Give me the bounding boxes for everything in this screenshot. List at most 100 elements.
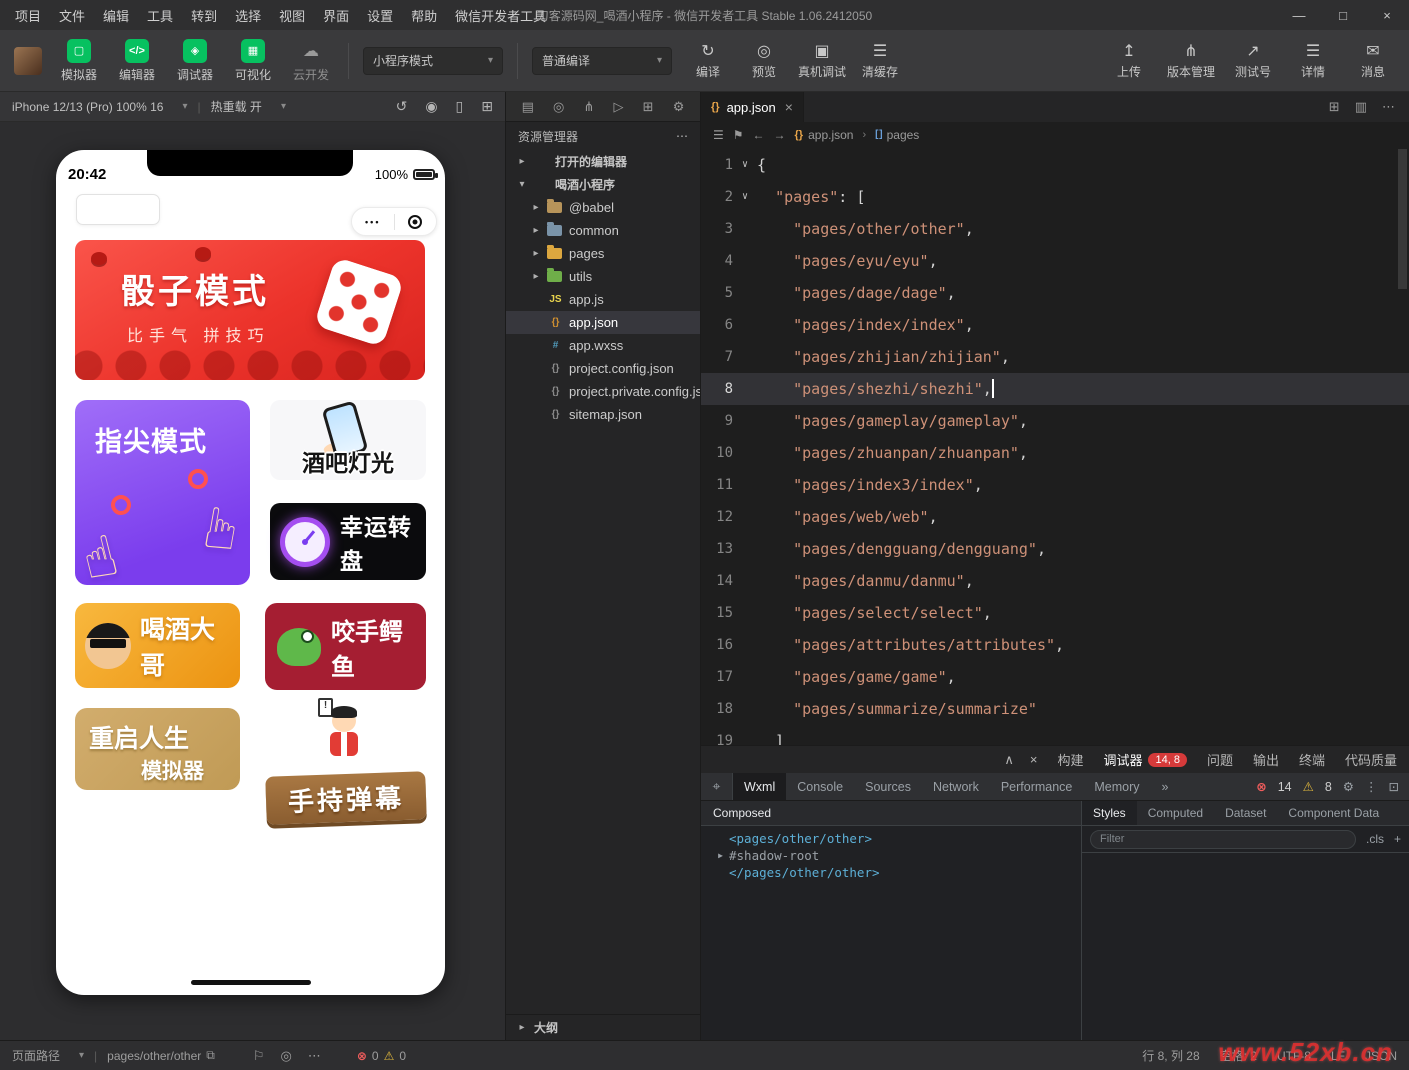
close-button[interactable]: × <box>1365 0 1409 30</box>
menu-item[interactable]: 微信开发者工具 <box>446 0 555 30</box>
devtools-tab[interactable]: Memory <box>1083 773 1150 800</box>
fold-icon[interactable] <box>733 469 757 501</box>
fold-icon[interactable]: ∨ <box>733 149 757 181</box>
fold-icon[interactable] <box>733 405 757 437</box>
more-actions-icon[interactable]: ⋯ <box>1382 99 1395 115</box>
breadcrumb-file[interactable]: {} app.json <box>795 128 854 142</box>
menu-item[interactable]: 视图 <box>270 0 314 30</box>
devtools-menu-icon[interactable]: ⋮ <box>1365 779 1378 794</box>
expand-icon[interactable] <box>715 830 726 847</box>
tree-item[interactable]: # app.wxss <box>506 334 700 357</box>
statusbar-item[interactable]: LF <box>1331 1047 1345 1064</box>
statusbar-item[interactable]: 行 8, 列 28 <box>1142 1047 1199 1064</box>
menu-item[interactable]: 项目 <box>6 0 50 30</box>
more-icon[interactable]: ⋯ <box>308 1048 321 1064</box>
fold-icon[interactable] <box>733 245 757 277</box>
test-account-button[interactable]: ↗ 测试号 <box>1231 41 1275 80</box>
tab-app-json[interactable]: {} app.json × <box>701 92 804 122</box>
home-indicator[interactable] <box>191 980 311 985</box>
panel-tab[interactable]: 输出 <box>1253 750 1279 769</box>
multi-window-icon[interactable]: ⊞ <box>481 98 493 115</box>
outline-section[interactable]: ▸ 大纲 <box>506 1014 700 1040</box>
styles-tab[interactable]: Dataset <box>1214 801 1277 825</box>
lucky-wheel-tile[interactable]: 幸运转盘 <box>270 503 426 580</box>
code-editor[interactable]: 1 ∨ { 2 ∨ "pages" : [ <box>701 147 1409 745</box>
menu-item[interactable]: 选择 <box>226 0 270 30</box>
wxml-node[interactable]: </pages/other/other> <box>701 864 1081 881</box>
add-style-button[interactable]: + <box>1394 832 1401 846</box>
user-avatar[interactable] <box>14 47 42 75</box>
menu-item[interactable]: 设置 <box>358 0 402 30</box>
panel-tab[interactable]: 构建 <box>1057 750 1083 769</box>
fold-icon[interactable] <box>733 693 757 725</box>
statusbar-item[interactable]: JSON <box>1365 1047 1397 1064</box>
restart-life-tile[interactable]: 重启人生 模拟器 <box>75 708 240 790</box>
debugger-toggle-button[interactable]: ◈ 调试器 <box>172 39 218 83</box>
fold-icon[interactable] <box>733 533 757 565</box>
composed-header[interactable]: Composed <box>701 801 1081 826</box>
current-page-path[interactable]: pages/other/other ⧉ <box>107 1048 215 1063</box>
inspect-element-icon[interactable]: ⌖ <box>701 773 733 800</box>
mode-select[interactable]: 小程序模式 ▾ <box>363 47 503 75</box>
debug-flag-icon[interactable]: ⚐ <box>253 1048 265 1064</box>
fold-icon[interactable] <box>733 341 757 373</box>
menu-item[interactable]: 帮助 <box>402 0 446 30</box>
fold-icon[interactable] <box>733 661 757 693</box>
files-icon[interactable]: ▤ <box>522 99 534 115</box>
wxml-node[interactable]: <pages/other/other> <box>701 830 1081 847</box>
hot-reload-toggle[interactable]: 热重载 开 ▾ <box>211 98 286 115</box>
visual-toggle-button[interactable]: ▦ 可视化 <box>230 39 276 83</box>
fold-icon[interactable] <box>733 597 757 629</box>
capsule-home-button[interactable] <box>395 215 437 229</box>
run-icon[interactable]: ▷ <box>614 99 624 115</box>
devtools-tab[interactable]: » <box>1151 773 1180 800</box>
panel-tab[interactable]: 代码质量 <box>1345 750 1397 769</box>
tree-item[interactable]: {} project.config.json <box>506 357 700 380</box>
tree-item[interactable]: {} project.private.config.js... <box>506 380 700 403</box>
remote-debug-button[interactable]: ▣ 真机调试 <box>798 41 846 80</box>
panel-tab[interactable]: 终端 <box>1299 750 1325 769</box>
crocodile-tile[interactable]: 咬手鳄鱼 <box>265 603 426 690</box>
capsule-more-button[interactable]: ••• <box>352 217 394 227</box>
forward-icon[interactable]: → <box>774 128 786 142</box>
fold-icon[interactable] <box>733 565 757 597</box>
back-icon[interactable]: ← <box>753 128 765 142</box>
copy-icon[interactable]: ⧉ <box>206 1048 215 1063</box>
dock-side-icon[interactable]: ⊡ <box>1389 779 1399 794</box>
compile-mode-select[interactable]: 普通编译 ▾ <box>532 47 672 75</box>
page-path-menu[interactable]: 页面路径 ▾ <box>12 1047 84 1064</box>
fold-icon[interactable]: ∨ <box>733 181 757 213</box>
devtools-tab[interactable]: Performance <box>990 773 1084 800</box>
details-button[interactable]: ☰ 详情 <box>1291 41 1335 80</box>
expand-icon[interactable]: ▶ <box>715 847 726 864</box>
rotate-icon[interactable]: ↺ <box>396 98 408 115</box>
breadcrumb-node[interactable]: [ ] pages <box>875 128 919 142</box>
panel-tab[interactable]: 调试器 14, 8 <box>1103 750 1186 769</box>
outline-list-icon[interactable]: ☰ <box>713 128 724 142</box>
tree-item[interactable]: ▾ 喝酒小程序 <box>506 173 700 196</box>
upload-button[interactable]: ↥ 上传 <box>1107 41 1151 80</box>
screenshot-icon[interactable]: ◉ <box>425 98 437 115</box>
statusbar-item[interactable]: 空格: 2 <box>1220 1047 1257 1064</box>
styles-tab[interactable]: Computed <box>1137 801 1214 825</box>
fold-icon[interactable] <box>733 501 757 533</box>
editor-toggle-button[interactable]: </> 编辑器 <box>114 39 160 83</box>
warning-count-icon[interactable]: ⚠ <box>1303 779 1314 794</box>
menu-item[interactable]: 转到 <box>182 0 226 30</box>
tree-item[interactable]: JS app.js <box>506 288 700 311</box>
fold-icon[interactable] <box>733 437 757 469</box>
devtools-tab[interactable]: Network <box>922 773 990 800</box>
device-frame-icon[interactable]: ▯ <box>456 98 464 115</box>
more-icon[interactable]: ⋯ <box>676 129 688 143</box>
handheld-danmu-tile[interactable]: ! 手持弹幕 <box>266 698 426 828</box>
fold-icon[interactable] <box>733 213 757 245</box>
panel-tab[interactable]: 问题 <box>1207 750 1233 769</box>
preview-button[interactable]: ◎ 预览 <box>742 41 786 80</box>
bookmark-icon[interactable]: ⚑ <box>733 128 744 142</box>
devtools-tab[interactable]: Wxml <box>733 773 786 800</box>
tree-item[interactable]: ▸ 打开的编辑器 <box>506 150 700 173</box>
mini-input-box[interactable] <box>76 194 160 225</box>
devtools-tab[interactable]: Sources <box>854 773 922 800</box>
tree-item[interactable]: {} sitemap.json <box>506 403 700 426</box>
styles-tab[interactable]: Component Data <box>1277 801 1390 825</box>
